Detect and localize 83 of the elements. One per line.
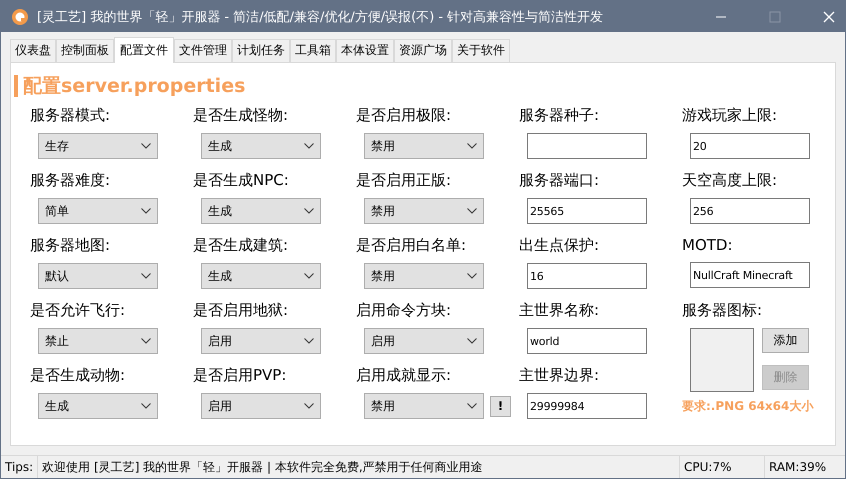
field-label: 服务器难度: xyxy=(30,171,112,190)
input-field[interactable]: 29999984 xyxy=(527,393,647,419)
field-label: 是否启用极限: xyxy=(356,106,452,125)
field-label: MOTD: xyxy=(682,236,734,254)
input-field[interactable] xyxy=(527,133,647,159)
input-field[interactable]: world xyxy=(527,328,647,354)
chevron-icon xyxy=(141,208,151,214)
size-requirement: 要求:.PNG 64x64大小 xyxy=(682,398,815,415)
dropdown[interactable]: 生成 xyxy=(38,393,158,419)
dropdown[interactable]: 生成 xyxy=(201,198,321,224)
field-label: 是否生成动物: xyxy=(30,366,126,385)
close-icon[interactable] xyxy=(823,10,835,22)
status-message: 欢迎使用 [灵工艺] 我的世界「轻」开服器 | 本软件完全免费,严禁用于任何商业用途 xyxy=(38,456,680,478)
dropdown[interactable]: 生存 xyxy=(38,133,158,159)
input-field[interactable]: NullCraft Minecraft xyxy=(690,262,810,288)
dropdown[interactable]: 简单 xyxy=(38,198,158,224)
section-heading: 配置server.properties xyxy=(14,75,835,97)
tab[interactable]: 计划任务 xyxy=(232,39,290,62)
input-field[interactable]: 20 xyxy=(690,133,810,159)
chevron-icon xyxy=(467,208,477,214)
field-label: 是否生成怪物: xyxy=(193,106,290,125)
dropdown[interactable]: 启用 xyxy=(201,328,321,354)
field-label: 是否启用正版: xyxy=(356,171,452,190)
chevron-icon xyxy=(141,403,151,409)
dropdown[interactable]: 启用 xyxy=(364,328,484,354)
dropdown[interactable]: 禁用 xyxy=(364,198,484,224)
field-label: 服务器地图: xyxy=(30,236,112,255)
field-label: 是否启用白名单: xyxy=(356,236,468,255)
tab[interactable]: 关于软件 xyxy=(452,39,510,62)
app-logo-icon xyxy=(11,8,29,26)
tab[interactable]: 文件管理 xyxy=(174,39,232,62)
field-label: 天空高度上限: xyxy=(682,171,778,190)
dropdown[interactable]: 生成 xyxy=(201,263,321,289)
field-label: 服务器图标: xyxy=(682,301,764,320)
field-label: 是否生成建筑: xyxy=(193,236,290,255)
chevron-icon xyxy=(304,273,314,279)
chevron-icon xyxy=(304,143,314,149)
chevron-icon xyxy=(141,273,151,279)
info-button[interactable]: ! xyxy=(490,396,511,416)
field-label: 出生点保护: xyxy=(519,236,600,255)
field-label: 是否启用PVP: xyxy=(193,366,288,385)
chevron-icon xyxy=(304,403,314,409)
ram-usage: RAM:39% xyxy=(768,459,828,476)
input-field[interactable]: 25565 xyxy=(527,198,647,224)
dropdown[interactable]: 禁止 xyxy=(38,328,158,354)
dropdown[interactable]: 禁用 xyxy=(364,393,484,419)
field-label: 服务器模式: xyxy=(30,106,112,125)
dropdown[interactable]: 默认 xyxy=(38,263,158,289)
chevron-icon xyxy=(467,403,477,409)
field-label: 主世界名称: xyxy=(519,301,600,320)
window-title: [灵工艺] 我的世界「轻」开服器 - 简洁/低配/兼容/优化/方便/误报(不) - 针对高兼容性与简洁性开发 xyxy=(37,8,604,26)
field-label: 启用命令方块: xyxy=(356,301,452,320)
tab[interactable]: 资源广场 xyxy=(394,39,452,62)
icon-preview xyxy=(690,328,754,392)
input-field[interactable]: 16 xyxy=(527,263,647,289)
field-label: 主世界边界: xyxy=(519,366,600,385)
add-button[interactable]: 添加 xyxy=(762,328,809,353)
tips-label: Tips: xyxy=(1,456,38,478)
chevron-icon xyxy=(467,273,477,279)
dropdown[interactable]: 生成 xyxy=(201,133,321,159)
field-label: 是否生成NPC: xyxy=(193,171,290,190)
tab[interactable]: 工具箱 xyxy=(290,39,336,62)
chevron-icon xyxy=(304,208,314,214)
field-label: 启用成就显示: xyxy=(356,366,452,385)
tab[interactable]: 仪表盘 xyxy=(10,39,56,62)
input-field[interactable]: 256 xyxy=(690,198,810,224)
field-label: 游戏玩家上限: xyxy=(682,106,778,125)
tab[interactable]: 控制面板 xyxy=(56,39,114,62)
dropdown[interactable]: 禁用 xyxy=(364,263,484,289)
field-label: 服务器端口: xyxy=(519,171,600,190)
dropdown[interactable]: 禁用 xyxy=(364,133,484,159)
tab[interactable]: 配置文件 xyxy=(114,37,174,63)
chevron-icon xyxy=(304,338,314,344)
field-label: 服务器种子: xyxy=(519,106,600,125)
chevron-icon xyxy=(141,143,151,149)
tab[interactable]: 本体设置 xyxy=(336,39,394,62)
dropdown[interactable]: 启用 xyxy=(201,393,321,419)
chevron-icon xyxy=(467,143,477,149)
chevron-icon xyxy=(467,338,477,344)
chevron-icon xyxy=(141,338,151,344)
field-label: 是否允许飞行: xyxy=(30,301,126,320)
field-label: 是否启用地狱: xyxy=(193,301,290,320)
cpu-usage: CPU:7% xyxy=(680,456,765,478)
